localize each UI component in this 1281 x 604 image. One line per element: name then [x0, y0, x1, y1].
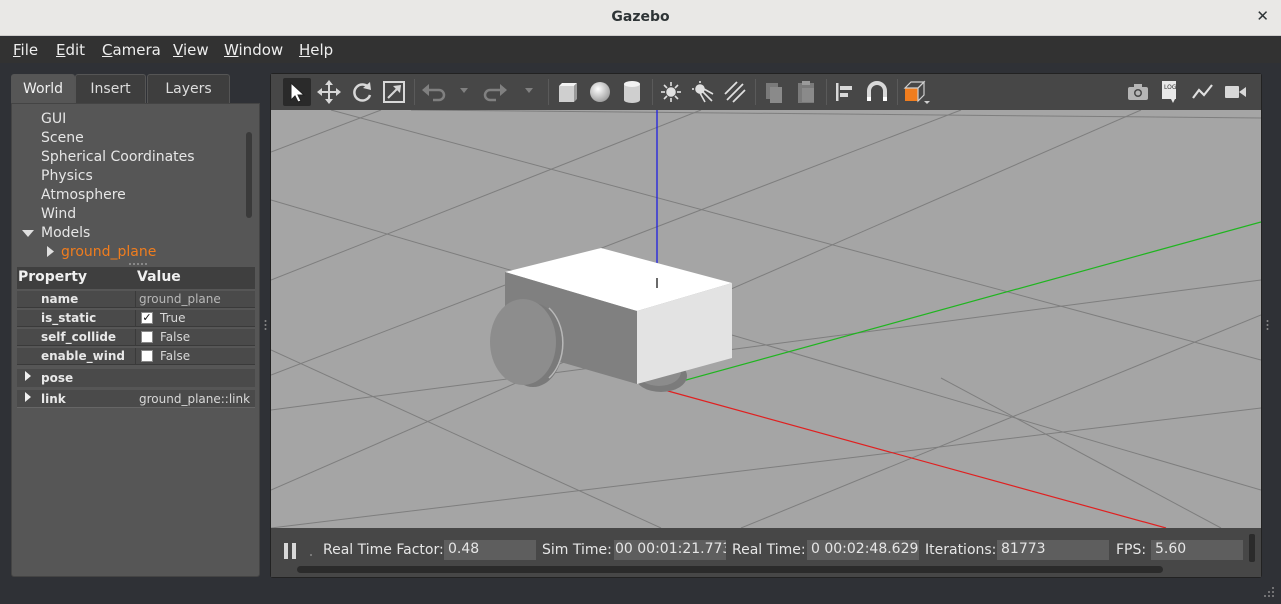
tree-item-scene[interactable]: Scene	[41, 130, 84, 146]
tree-item-ground-plane[interactable]: ground_plane	[61, 244, 156, 260]
window-titlebar: Gazebo ✕	[0, 0, 1281, 36]
is-static-checkbox[interactable]: ✓	[141, 312, 153, 324]
expand-right-icon	[25, 392, 31, 402]
expand-right-icon[interactable]	[47, 246, 54, 257]
header-property: Property	[18, 269, 88, 285]
robot-model[interactable]	[490, 248, 732, 392]
menu-help[interactable]: Help	[299, 41, 333, 59]
scene-toolbar: LOG	[271, 74, 1261, 110]
fps-value: 5.60	[1151, 540, 1243, 560]
menu-window[interactable]: Window	[224, 41, 283, 59]
menu-file[interactable]: File	[13, 41, 38, 59]
splitter-handle[interactable]	[128, 262, 148, 266]
tree-item-gui[interactable]: GUI	[41, 111, 66, 127]
record-video-icon[interactable]	[1221, 78, 1249, 106]
left-panel: World Insert Layers GUI Scene Spherical …	[11, 74, 260, 577]
status-hscroll[interactable]	[297, 566, 1163, 573]
ground-grid	[271, 110, 1261, 528]
cylinder-icon[interactable]	[618, 78, 646, 106]
tree-item-physics[interactable]: Physics	[41, 168, 93, 184]
directional-light-icon[interactable]	[721, 78, 749, 106]
expand-down-icon[interactable]	[22, 230, 34, 238]
right-splitter-grip[interactable]	[1266, 319, 1269, 333]
property-row-is-static: is_static ✓ True	[17, 310, 255, 327]
undo-icon[interactable]	[419, 78, 447, 106]
iterations-label: Iterations:	[925, 542, 997, 558]
rotate-icon[interactable]	[348, 78, 376, 106]
tab-world[interactable]: World	[11, 74, 75, 103]
enable-wind-checkbox[interactable]	[141, 350, 153, 362]
left-splitter-grip[interactable]	[264, 319, 267, 333]
property-row-self-collide: self_collide False	[17, 329, 255, 346]
redo-icon[interactable]	[482, 78, 510, 106]
plot-icon[interactable]	[1189, 78, 1217, 106]
sim-time-value: 00 00:01:21.773	[614, 540, 726, 560]
spot-light-icon[interactable]	[689, 78, 717, 106]
property-row-name: name ground_plane	[17, 291, 255, 308]
tree-item-wind[interactable]: Wind	[41, 206, 76, 222]
window-title: Gazebo	[611, 9, 670, 25]
fps-label: FPS:	[1116, 542, 1147, 558]
name-value[interactable]: ground_plane	[139, 292, 221, 306]
close-icon[interactable]: ✕	[1256, 7, 1269, 25]
real-time-value: 0 00:02:48.629	[807, 540, 919, 560]
header-value: Value	[137, 269, 181, 285]
point-light-icon[interactable]	[657, 78, 685, 106]
tab-insert[interactable]: Insert	[75, 74, 146, 103]
real-time-label: Real Time:	[732, 542, 806, 558]
screenshot-icon[interactable]	[1124, 78, 1152, 106]
time-panel: Real Time Factor: 0.48 Sim Time: 00 00:0…	[271, 528, 1261, 577]
tree-item-atmosphere[interactable]: Atmosphere	[41, 187, 126, 203]
scale-icon[interactable]	[380, 78, 408, 106]
translate-icon[interactable]	[315, 78, 343, 106]
property-row-enable-wind: enable_wind False	[17, 348, 255, 365]
box-icon[interactable]	[554, 78, 582, 106]
select-arrow-icon[interactable]	[283, 78, 311, 106]
rtf-label: Real Time Factor:	[323, 542, 444, 558]
menu-bar: File Edit Camera View Window Help	[0, 37, 1281, 63]
view-angle-icon[interactable]	[902, 78, 930, 106]
property-table-header: Property Value	[17, 267, 255, 289]
scene-render	[271, 110, 1261, 528]
align-icon[interactable]	[831, 78, 859, 106]
sphere-icon[interactable]	[586, 78, 614, 106]
property-group-pose[interactable]: pose	[17, 369, 255, 387]
undo-dropdown-icon[interactable]	[460, 88, 468, 93]
self-collide-checkbox[interactable]	[141, 331, 153, 343]
sim-time-label: Sim Time:	[542, 542, 612, 558]
expand-right-icon	[25, 371, 31, 381]
3d-scene-viewport[interactable]	[271, 110, 1261, 528]
svg-text:LOG: LOG	[1164, 84, 1177, 91]
snap-magnet-icon[interactable]	[863, 78, 891, 106]
pause-icon[interactable]	[283, 542, 297, 560]
copy-icon[interactable]	[760, 78, 788, 106]
menu-camera[interactable]: Camera	[102, 41, 161, 59]
redo-dropdown-icon[interactable]	[525, 88, 533, 93]
log-icon[interactable]: LOG	[1156, 78, 1184, 106]
tab-layers[interactable]: Layers	[147, 74, 230, 103]
resize-grip-icon[interactable]	[1263, 586, 1275, 598]
paste-icon[interactable]	[792, 78, 820, 106]
menu-edit[interactable]: Edit	[56, 41, 85, 59]
world-panel: GUI Scene Spherical Coordinates Physics …	[11, 103, 260, 577]
menu-view[interactable]: View	[173, 41, 209, 59]
status-vscroll[interactable]	[1249, 534, 1255, 562]
step-icon[interactable]	[309, 552, 315, 558]
tree-item-models[interactable]: Models	[41, 225, 90, 241]
tree-scrollbar[interactable]	[246, 132, 252, 218]
iterations-value: 81773	[997, 540, 1109, 560]
property-group-link[interactable]: link ground_plane::link	[17, 390, 255, 408]
y-axis-line	[656, 221, 1261, 389]
rtf-value: 0.48	[444, 540, 536, 560]
tree-item-spherical-coordinates[interactable]: Spherical Coordinates	[41, 149, 195, 165]
